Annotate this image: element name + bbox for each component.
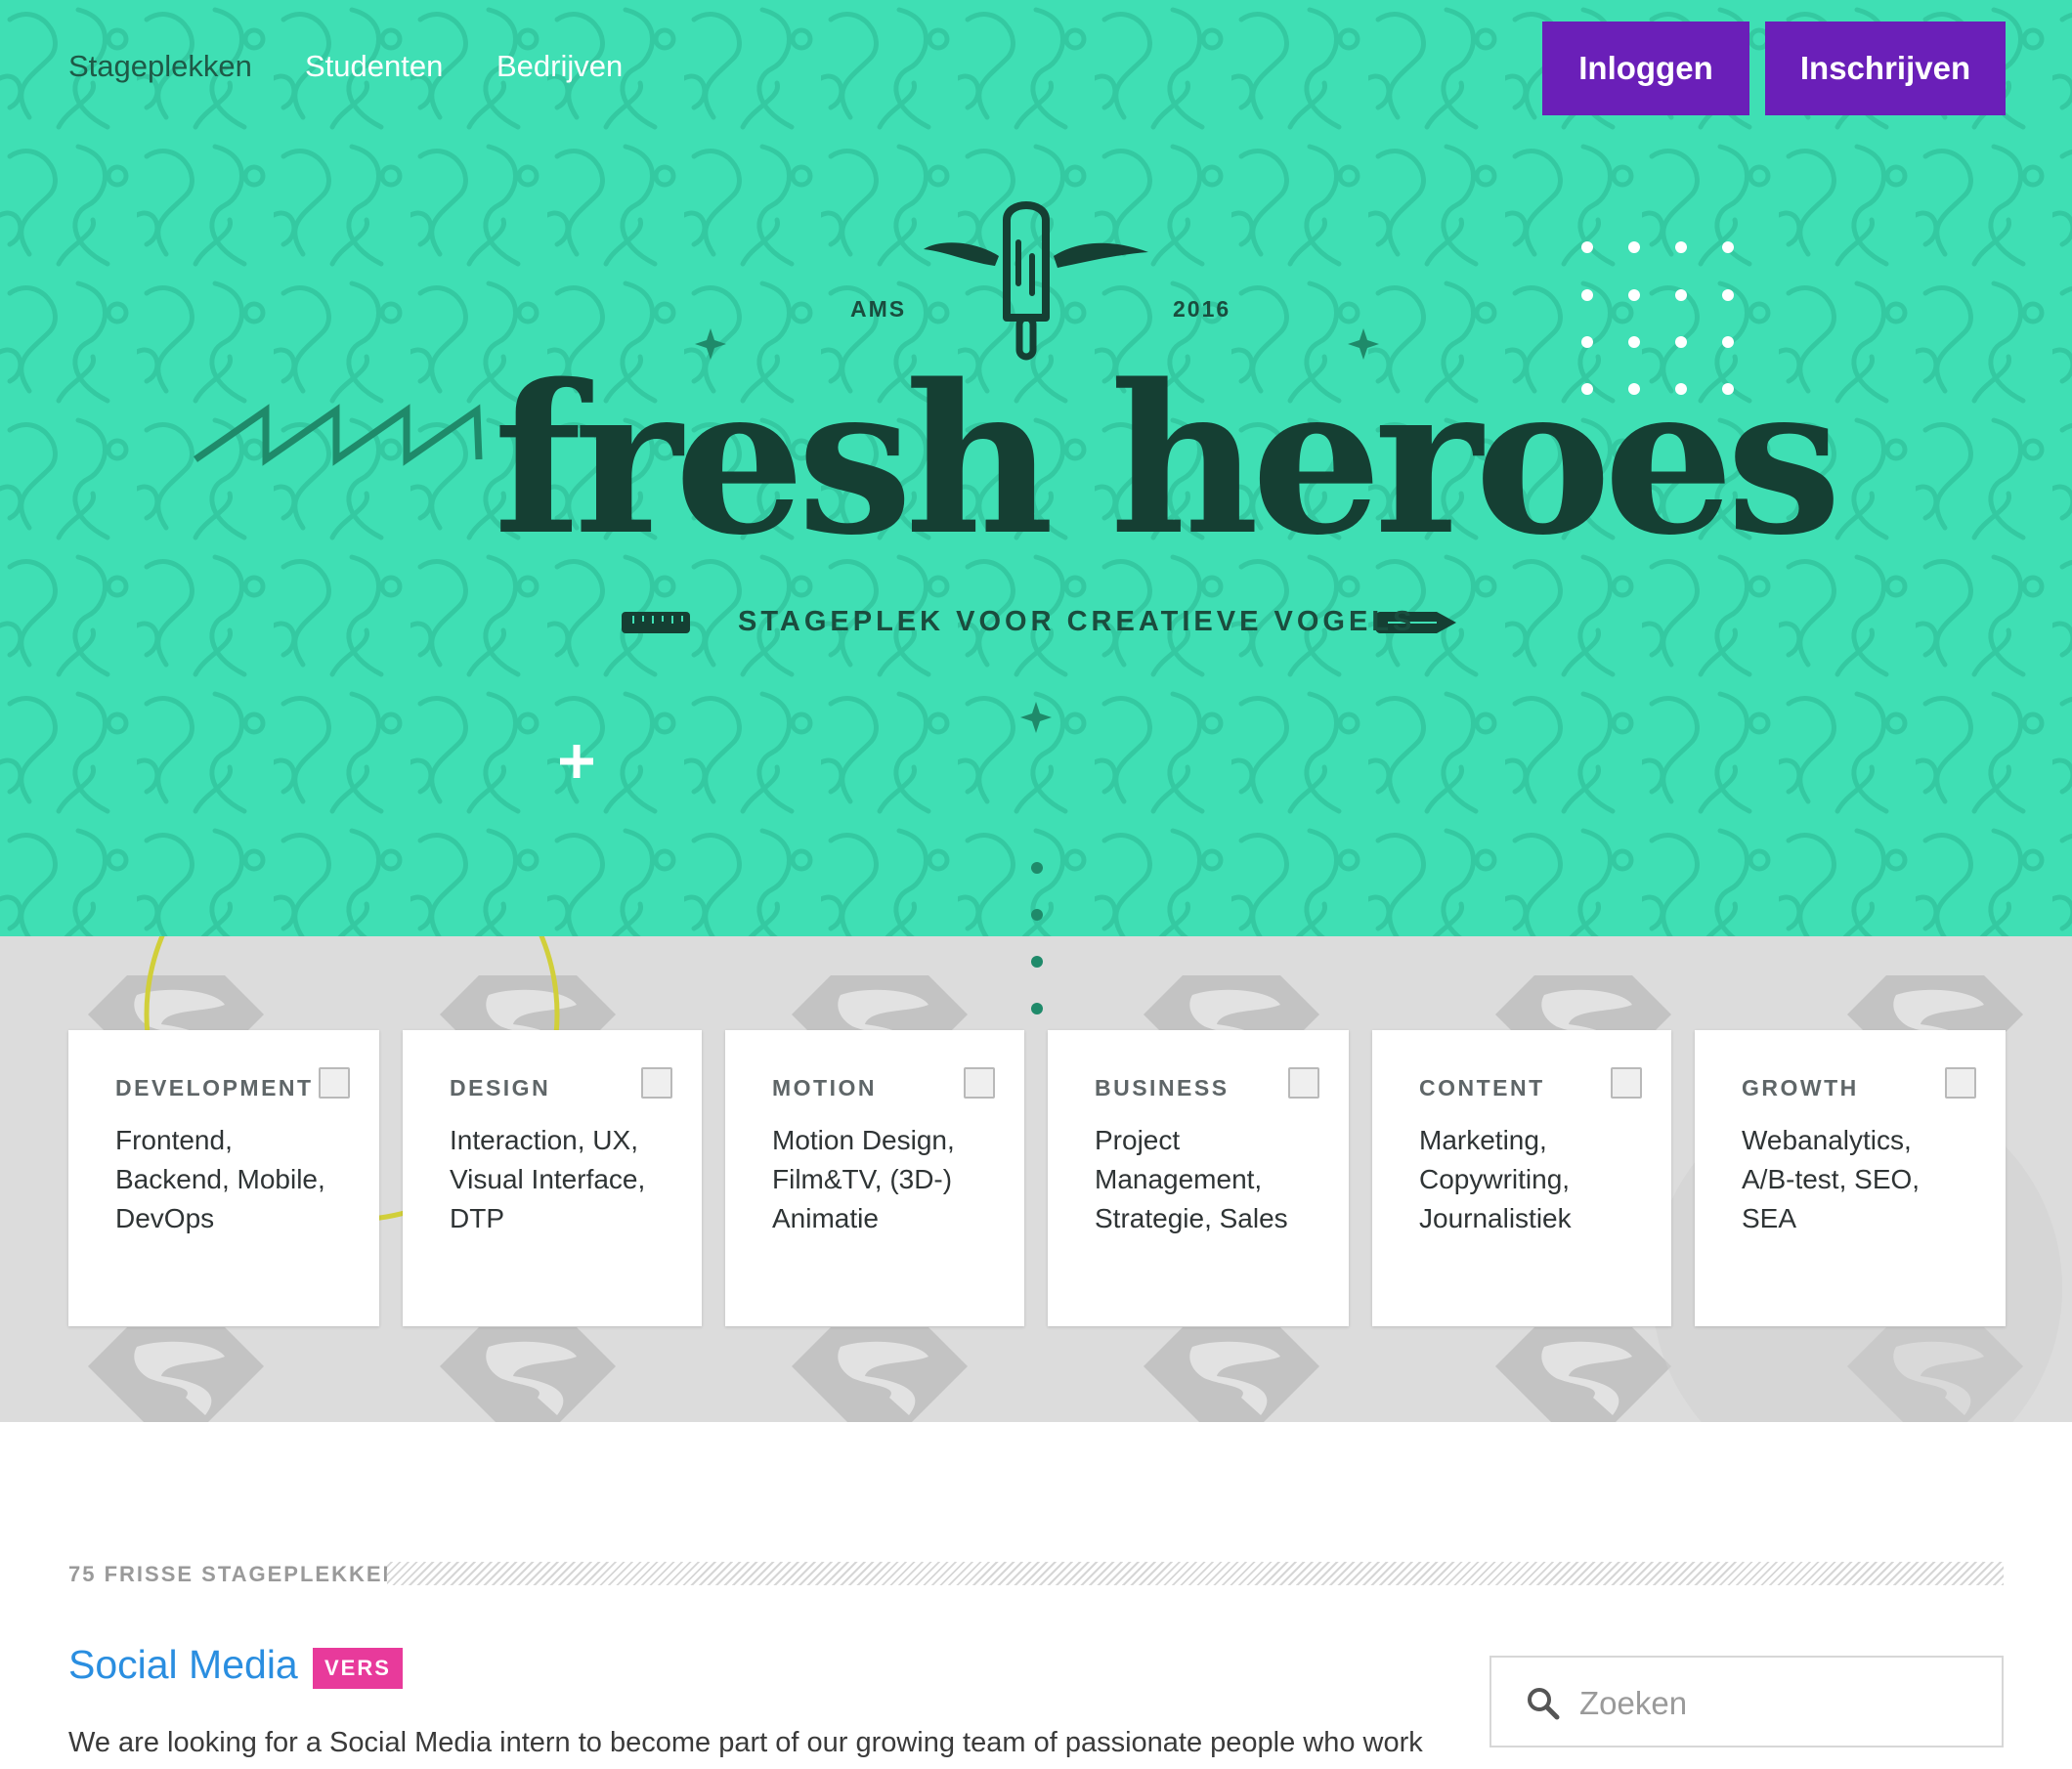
- category-checkbox[interactable]: [964, 1067, 995, 1099]
- category-title: DEVELOPMENT: [115, 1075, 314, 1100]
- hero-year: 2016: [1173, 296, 1231, 322]
- category-checkbox[interactable]: [319, 1067, 350, 1099]
- job-description: We are looking for a Social Media intern…: [68, 1727, 1423, 1758]
- category-title: MOTION: [772, 1075, 877, 1100]
- category-card-content[interactable]: CONTENT Marketing, Copywriting, Journali…: [1372, 1030, 1671, 1326]
- category-checkbox[interactable]: [1288, 1067, 1319, 1099]
- category-title: DESIGN: [450, 1075, 551, 1100]
- hero-location: AMS: [850, 296, 907, 322]
- category-card-development[interactable]: DEVELOPMENT Frontend, Backend, Mobile, D…: [68, 1030, 379, 1326]
- hatched-divider: [387, 1562, 2004, 1585]
- zigzag-icon: [194, 404, 483, 466]
- popsicle-wings-icon: [924, 201, 1148, 361]
- search-icon: [1528, 1688, 1560, 1720]
- job-title-link[interactable]: Social Media: [68, 1642, 298, 1688]
- new-badge: VERS: [313, 1648, 403, 1689]
- category-title: BUSINESS: [1095, 1075, 1230, 1100]
- category-card-motion[interactable]: MOTION Motion Design, Film&TV, (3D-) Ani…: [725, 1030, 1024, 1326]
- category-description: Interaction, UX, Visual Interface, DTP: [450, 1125, 646, 1233]
- category-checkbox[interactable]: [641, 1067, 672, 1099]
- listing-count: 75 FRISSE STAGEPLEKKEN: [68, 1562, 401, 1586]
- ruler-icon: [622, 612, 690, 633]
- hero-section: Stageplekken Studenten Bedrijven Inlogge…: [0, 0, 2072, 936]
- category-title: GROWTH: [1742, 1075, 1859, 1100]
- sparkle-icon: [1020, 702, 1052, 733]
- category-description: Project Management, Strategie, Sales: [1095, 1125, 1288, 1233]
- search-box: [1489, 1656, 2004, 1747]
- category-band: DEVELOPMENT Frontend, Backend, Mobile, D…: [0, 936, 2072, 1422]
- plus-icon: [560, 745, 593, 778]
- category-card-business[interactable]: BUSINESS Project Management, Strategie, …: [1048, 1030, 1349, 1326]
- category-checkbox[interactable]: [1945, 1067, 1976, 1099]
- category-checkbox[interactable]: [1611, 1067, 1642, 1099]
- category-description: Webanalytics, A/B-test, SEO, SEA: [1742, 1125, 1921, 1233]
- hero-brand-title: fresh heroes: [494, 339, 1841, 581]
- category-description: Marketing, Copywriting, Journalistiek: [1419, 1125, 1572, 1233]
- category-description: Frontend, Backend, Mobile, DevOps: [115, 1125, 325, 1233]
- category-title: CONTENT: [1419, 1075, 1545, 1100]
- category-description: Motion Design, Film&TV, (3D-) Animatie: [772, 1125, 955, 1233]
- hero-tagline: STAGEPLEK VOOR CREATIEVE VOGELS: [738, 606, 1416, 637]
- search-input[interactable]: [1577, 1675, 1982, 1732]
- category-card-growth[interactable]: GROWTH Webanalytics, A/B-test, SEO, SEA: [1695, 1030, 2006, 1326]
- category-card-design[interactable]: DESIGN Interaction, UX, Visual Interface…: [403, 1030, 702, 1326]
